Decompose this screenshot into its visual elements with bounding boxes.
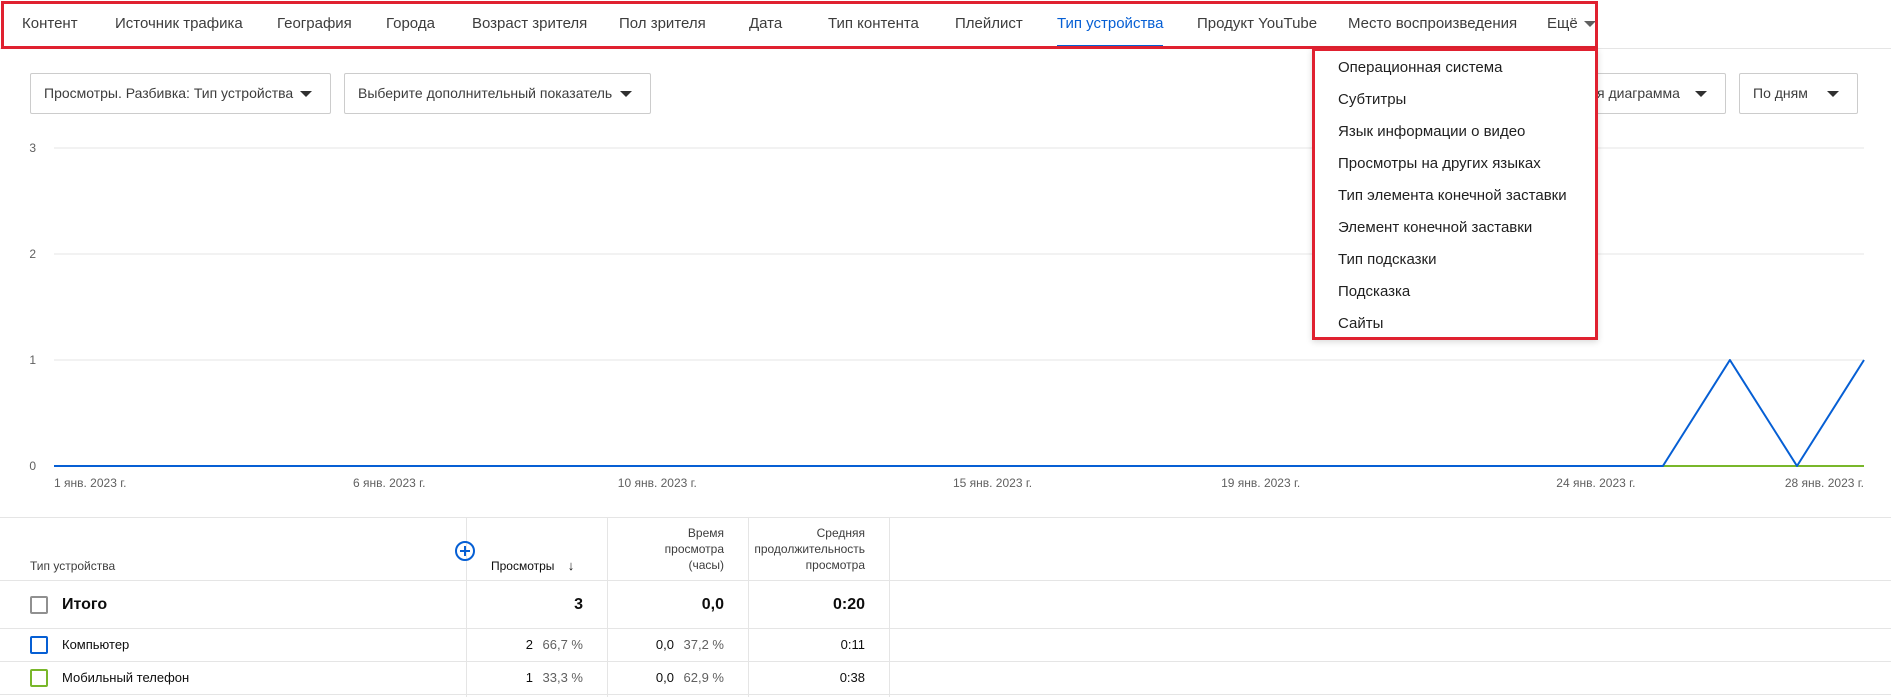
watch-time-header-line1: Время	[687, 526, 724, 540]
menu-item-card-type[interactable]: Тип подсказки	[1315, 244, 1595, 276]
y-tick-label: 3	[29, 141, 36, 155]
add-column-icon[interactable]	[455, 541, 475, 561]
column-divider	[607, 518, 608, 697]
sort-arrow-down-icon: ↓	[567, 558, 575, 573]
tab-more[interactable]: Ещё	[1547, 0, 1596, 48]
row-watch-time-mobile: 0,0	[655, 670, 674, 685]
avg-duration-header[interactable]: Средняя продолжительность просмотра	[745, 525, 865, 573]
row-label-computer: Компьютер	[62, 637, 130, 652]
row-views-computer: 2	[525, 637, 533, 652]
views-header[interactable]: Просмотры ↓	[491, 558, 574, 574]
total-watch-time: 0,0	[701, 596, 724, 613]
extra-metric-select[interactable]: Выберите дополнительный показатель	[344, 73, 651, 114]
avg-duration-header-line3: просмотра	[805, 558, 865, 572]
chevron-down-icon	[1695, 91, 1707, 97]
row-divider	[0, 628, 1891, 629]
extra-metric-select-value: Выберите дополнительный показатель	[358, 85, 613, 101]
row-checkbox-mobile[interactable]	[30, 669, 48, 687]
menu-item-end-screen-element[interactable]: Элемент конечной заставки	[1315, 212, 1595, 244]
tab-playlist[interactable]: Плейлист	[955, 0, 1023, 48]
watch-time-header-line3: (часы)	[688, 558, 724, 572]
row-avg-duration-computer: 0:11	[840, 637, 865, 652]
menu-item-os[interactable]: Операционная система	[1315, 52, 1595, 84]
row-label-mobile: Мобильный телефон	[62, 670, 190, 685]
tab-traffic-source[interactable]: Источник трафика	[115, 0, 243, 48]
total-views: 3	[574, 596, 583, 613]
tab-bar: Контент Источник трафика География Город…	[0, 0, 1891, 49]
x-tick-label: 10 янв. 2023 г.	[618, 476, 697, 490]
avg-duration-header-line1: Средняя	[816, 526, 865, 540]
device-type-header: Тип устройства	[30, 559, 116, 573]
row-watch-pct-computer: 37,2 %	[683, 637, 724, 652]
chevron-down-icon	[1827, 91, 1839, 97]
x-tick-label: 15 янв. 2023 г.	[953, 476, 1032, 490]
views-line-chart: 0 1 2 3 1 янв. 2023 г. 6 янв. 2023 г. 10 янв. …	[29, 141, 1865, 490]
tab-youtube-product[interactable]: Продукт YouTube	[1197, 0, 1317, 48]
metric-select[interactable]: Просмотры. Разбивка: Тип устройства	[30, 73, 331, 114]
watch-time-header[interactable]: Время просмотра (часы)	[610, 525, 724, 573]
row-checkbox-computer[interactable]	[30, 636, 48, 654]
tab-viewer-gender[interactable]: Пол зрителя	[619, 0, 706, 48]
x-tick-label: 28 янв. 2023 г.	[1785, 476, 1864, 490]
avg-duration-header-line2: продолжительность	[754, 542, 865, 556]
y-tick-label: 2	[29, 247, 36, 261]
row-divider	[0, 580, 1891, 581]
menu-item-subtitles[interactable]: Субтитры	[1315, 84, 1595, 116]
row-views-pct-mobile: 33,3 %	[542, 670, 583, 685]
menu-item-end-screen-element-type[interactable]: Тип элемента конечной заставки	[1315, 180, 1595, 212]
x-tick-label: 1 янв. 2023 г.	[54, 476, 126, 490]
device-type-table: Тип устройства Просмотры ↓ Время просмот…	[0, 517, 1891, 697]
watch-time-header-line2: просмотра	[664, 542, 724, 556]
tab-date[interactable]: Дата	[749, 0, 782, 48]
column-divider	[889, 518, 890, 697]
row-watch-pct-mobile: 62,9 %	[683, 670, 724, 685]
x-tick-label: 6 янв. 2023 г.	[353, 476, 425, 490]
row-divider	[0, 661, 1891, 662]
x-tick-label: 24 янв. 2023 г.	[1556, 476, 1635, 490]
chevron-down-icon	[300, 91, 312, 97]
total-avg-duration: 0:20	[832, 596, 865, 613]
chart-type-select-value: я диаграмма	[1597, 85, 1680, 101]
granularity-select[interactable]: По дням	[1739, 73, 1858, 114]
row-divider	[0, 694, 1891, 695]
tab-viewer-age[interactable]: Возраст зрителя	[472, 0, 587, 48]
menu-item-card[interactable]: Подсказка	[1315, 276, 1595, 308]
row-watch-time-computer: 0,0	[655, 637, 674, 652]
tab-content-type[interactable]: Тип контента	[828, 0, 919, 48]
y-tick-label: 1	[29, 353, 36, 367]
series-line	[54, 359, 1865, 467]
tab-device-type[interactable]: Тип устройства	[1057, 0, 1164, 48]
tab-content[interactable]: Контент	[22, 0, 78, 48]
x-tick-label: 19 янв. 2023 г.	[1221, 476, 1300, 490]
y-tick-label: 0	[29, 459, 36, 473]
views-header-label: Просмотры	[491, 559, 555, 573]
menu-item-video-info-language[interactable]: Язык информации о видео	[1315, 116, 1595, 148]
row-views-mobile: 1	[525, 670, 533, 685]
menu-item-sites[interactable]: Сайты	[1315, 308, 1595, 340]
metric-select-value: Просмотры. Разбивка: Тип устройства	[44, 85, 294, 101]
menu-item-views-other-languages[interactable]: Просмотры на других языках	[1315, 148, 1595, 180]
row-views-pct-computer: 66,7 %	[542, 637, 583, 652]
tab-cities[interactable]: Города	[386, 0, 435, 48]
tab-playback-location[interactable]: Место воспроизведения	[1348, 0, 1517, 48]
more-dimensions-menu: Операционная система Субтитры Язык инфор…	[1312, 48, 1598, 340]
total-checkbox[interactable]	[30, 596, 48, 614]
row-avg-duration-mobile: 0:38	[839, 670, 865, 685]
chevron-down-icon	[620, 91, 632, 97]
chevron-down-icon	[1583, 21, 1596, 28]
granularity-select-value: По дням	[1753, 85, 1808, 101]
total-label: Итого	[62, 596, 108, 613]
more-tab-label: Ещё	[1547, 15, 1578, 32]
tab-geography[interactable]: География	[277, 0, 352, 48]
